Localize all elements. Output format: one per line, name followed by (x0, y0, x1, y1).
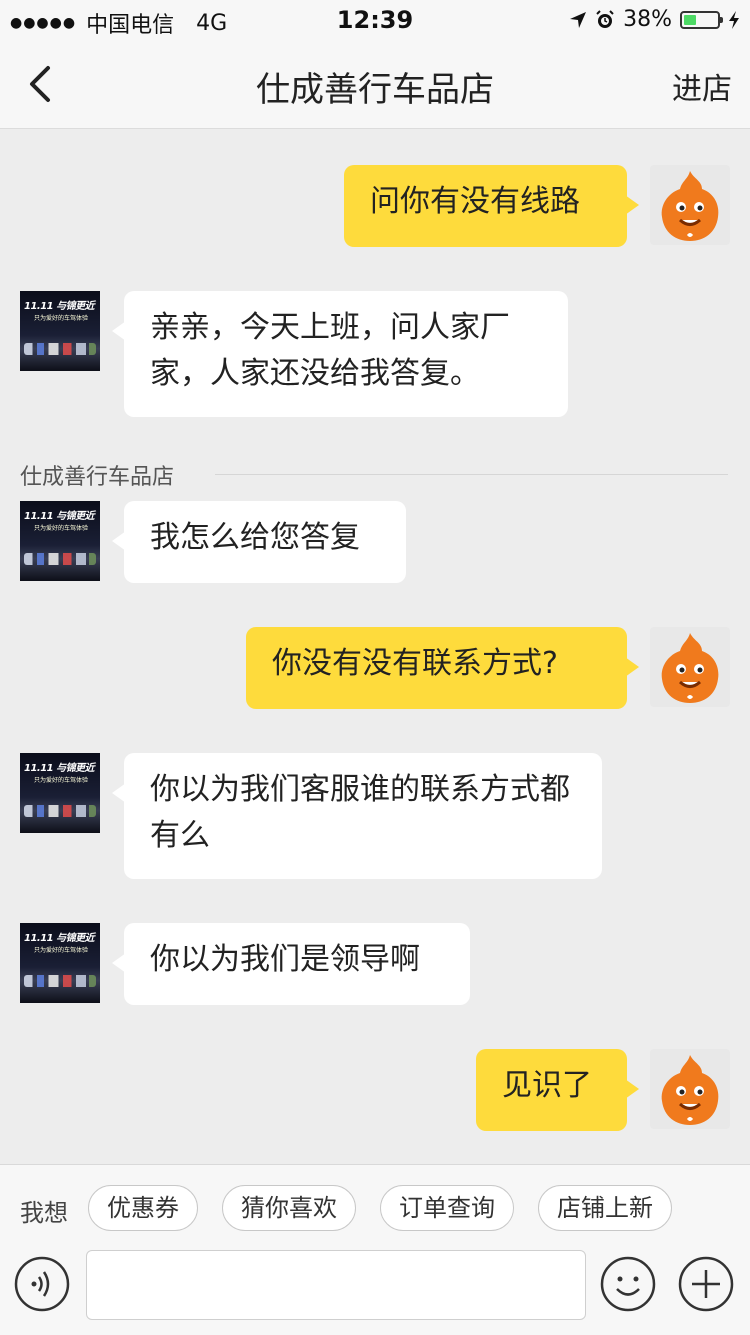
orange-mascot-icon (661, 171, 719, 241)
chat-area[interactable]: 问你有没有线路 11.11 与锦更近 只为爱好的车驾体验 亲亲，今天上班，问人家… (0, 129, 750, 1164)
nav-bar: 仕成善行车品店 进店 (0, 40, 750, 129)
shop-avatar[interactable]: 11.11 与锦更近 只为爱好的车驾体验 (20, 753, 100, 833)
message-bubble-shop[interactable]: 你以为我们客服谁的联系方式都有么 (112, 753, 602, 879)
my-avatar[interactable] (650, 165, 730, 245)
shop-avatar-sub: 只为爱好的车驾体验 (34, 525, 89, 532)
voice-icon (14, 1256, 70, 1312)
shop-avatar[interactable]: 11.11 与锦更近 只为爱好的车驾体验 (20, 501, 100, 581)
shop-avatar-sub: 只为爱好的车驾体验 (34, 947, 89, 954)
battery-icon (680, 10, 723, 29)
battery-percent: 38% (623, 7, 672, 32)
alarm-icon (596, 9, 614, 28)
shop-avatar[interactable]: 11.11 与锦更近 只为爱好的车驾体验 (20, 291, 100, 371)
shop-avatar-sub: 只为爱好的车驾体验 (34, 315, 89, 322)
chip-order-query[interactable]: 订单查询 (380, 1185, 514, 1231)
divider (215, 474, 728, 475)
message-bubble-shop[interactable]: 我怎么给您答复 (112, 501, 406, 583)
page-title: 仕成善行车品店 (256, 70, 494, 110)
message-bubble-mine[interactable]: 你没有没有联系方式? (246, 627, 639, 709)
my-avatar[interactable] (650, 627, 730, 707)
voice-button[interactable] (14, 1256, 70, 1312)
shop-avatar-logo: 11.11 与锦更近 (24, 763, 95, 774)
chip-coupon[interactable]: 优惠券 (88, 1185, 198, 1231)
my-avatar[interactable] (650, 1049, 730, 1129)
shop-avatar-logo: 11.11 与锦更近 (24, 301, 95, 312)
location-arrow-icon (570, 11, 587, 28)
emoji-button[interactable] (600, 1256, 656, 1312)
enter-shop-button[interactable]: 进店 (672, 64, 732, 108)
cars-image (24, 343, 96, 355)
cars-image (24, 553, 96, 565)
shop-avatar[interactable]: 11.11 与锦更近 只为爱好的车驾体验 (20, 923, 100, 1003)
bolt-icon (729, 10, 739, 29)
status-bar: ●●●●● 中国电信 4G 12:39 38% (0, 0, 750, 40)
message-bubble-mine[interactable]: 问你有没有线路 (344, 165, 639, 247)
shop-avatar-sub: 只为爱好的车驾体验 (34, 777, 89, 784)
message-bubble-shop[interactable]: 你以为我们是领导啊 (112, 923, 470, 1005)
chip-new-arrivals[interactable]: 店铺上新 (538, 1185, 672, 1231)
cars-image (24, 805, 96, 817)
orange-mascot-icon (661, 633, 719, 703)
shop-avatar-logo: 11.11 与锦更近 (24, 933, 95, 944)
plus-icon (678, 1256, 734, 1312)
sender-name-label: 仕成善行车品店 (20, 465, 175, 490)
quick-actions-label: 我想 (20, 1199, 68, 1227)
cars-image (24, 975, 96, 987)
more-button[interactable] (678, 1256, 734, 1312)
message-bubble-shop[interactable]: 亲亲，今天上班，问人家厂家，人家还没给我答复。 (112, 291, 568, 417)
message-bubble-mine[interactable]: 见识了 (476, 1049, 639, 1131)
message-input[interactable] (86, 1250, 586, 1320)
smiley-icon (600, 1256, 656, 1312)
quick-actions: 我想 优惠券 猜你喜欢 订单查询 店铺上新 (0, 1185, 750, 1235)
shop-avatar-logo: 11.11 与锦更近 (24, 511, 95, 522)
status-right: 38% (569, 7, 740, 32)
chip-recommend[interactable]: 猜你喜欢 (222, 1185, 356, 1231)
orange-mascot-icon (661, 1055, 719, 1125)
